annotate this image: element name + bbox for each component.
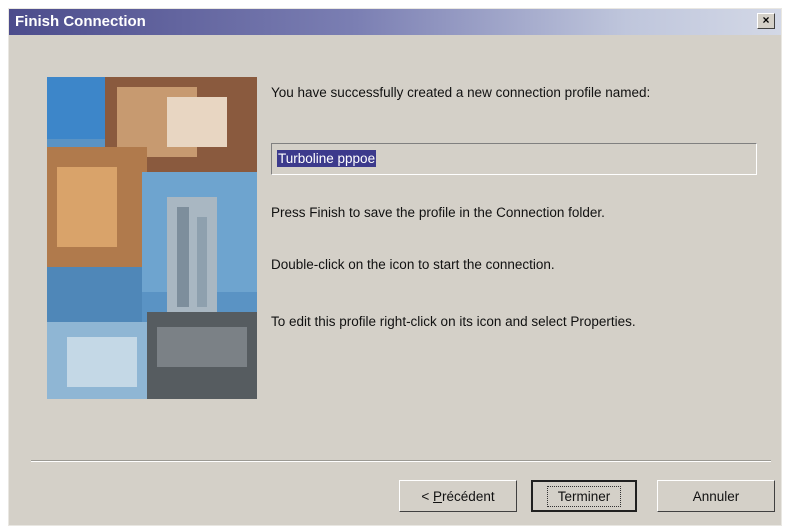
edit-instruction: To edit this profile right-click on its …: [271, 314, 636, 329]
doubleclick-instruction: Double-click on the icon to start the co…: [271, 257, 555, 272]
title-bar[interactable]: Finish Connection ×: [9, 9, 781, 35]
back-button-mnemonic: P: [433, 488, 443, 504]
button-separator: [31, 460, 771, 462]
back-button-prefix: <: [421, 488, 434, 504]
finish-connection-dialog: Finish Connection × You have successfull…: [8, 8, 782, 526]
back-button-label: récédent: [442, 488, 495, 504]
collage-image: [47, 77, 257, 399]
close-icon[interactable]: ×: [757, 13, 775, 29]
finish-button[interactable]: Terminer: [531, 480, 637, 512]
intro-text: You have successfully created a new conn…: [271, 85, 651, 100]
dialog-title: Finish Connection: [15, 13, 146, 30]
profile-name-field[interactable]: Turboline pppoe: [271, 143, 757, 175]
finish-instruction: Press Finish to save the profile in the …: [271, 205, 605, 220]
wizard-picture: [47, 77, 257, 399]
cancel-button[interactable]: Annuler: [657, 480, 775, 512]
finish-button-label: Terminer: [546, 485, 622, 507]
back-button[interactable]: < Précédent: [399, 480, 517, 512]
profile-name-value[interactable]: Turboline pppoe: [277, 150, 377, 167]
